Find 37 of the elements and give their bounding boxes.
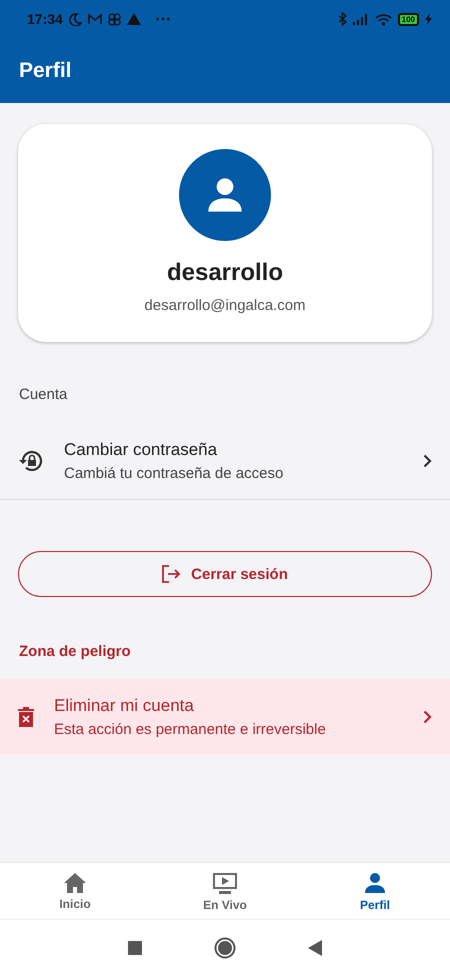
- pinwheel-icon: [108, 12, 121, 26]
- bluetooth-icon: [338, 12, 347, 26]
- profile-name: desarrollo: [166, 259, 284, 287]
- nav-tab[interactable]: Perfil: [300, 863, 450, 919]
- item-subtitle: Esta acción es permanente e irreversible: [54, 721, 327, 738]
- nav-tab[interactable]: En Vivo: [150, 863, 300, 919]
- trash-icon: [18, 707, 34, 727]
- chevron-right-icon: [423, 710, 432, 724]
- logout-button[interactable]: Cerrar sesión: [18, 551, 432, 597]
- chevron-right-icon: [423, 454, 432, 468]
- home-button[interactable]: [214, 936, 236, 958]
- battery-icon: 100: [398, 12, 419, 26]
- section-title: Cuenta: [19, 386, 68, 403]
- profile-email: desarrollo@ingalca.com: [144, 297, 306, 314]
- charging-icon: [425, 13, 432, 25]
- recents-button[interactable]: [128, 940, 142, 954]
- wifi-icon: [374, 12, 392, 26]
- signal-icon: [352, 13, 369, 25]
- item-subtitle: Cambiá tu contraseña de acceso: [64, 464, 284, 482]
- delete-account-item[interactable]: Eliminar mi cuenta Esta acción es permanente e irreversible: [0, 679, 450, 755]
- warning-icon: [126, 13, 141, 25]
- back-button[interactable]: [308, 940, 322, 956]
- nav-tab[interactable]: Inicio: [0, 863, 150, 919]
- person-icon: [363, 870, 387, 894]
- mail-icon: [88, 13, 102, 25]
- item-title: Eliminar mi cuenta: [54, 696, 195, 716]
- lock-reset-icon: [18, 448, 44, 472]
- app-bar-title: Perfil: [19, 58, 72, 82]
- item-title: Cambiar contraseña: [64, 440, 218, 460]
- more-notifications: ⋯: [154, 10, 171, 29]
- logout-icon: [162, 565, 182, 583]
- change-password-item[interactable]: Cambiar contraseña Cambiá tu contraseña de acceso: [0, 422, 450, 500]
- moon-icon: [68, 12, 82, 26]
- status-time: 17:34: [27, 11, 63, 27]
- section-title: Zona de peligro: [19, 643, 132, 660]
- home-icon: [63, 872, 87, 894]
- monitor-play-icon: [211, 870, 239, 894]
